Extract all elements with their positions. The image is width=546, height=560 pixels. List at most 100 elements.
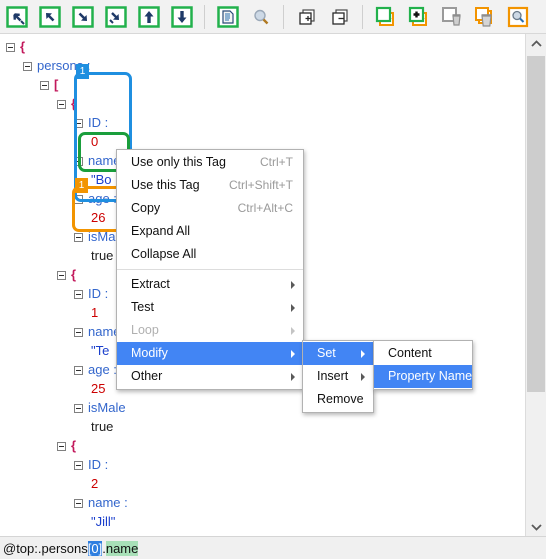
collapse-toggle-icon[interactable] <box>74 233 83 243</box>
collapse-toggle-icon[interactable] <box>40 81 49 91</box>
menu-item-extract[interactable]: Extract <box>117 273 303 296</box>
set-submenu[interactable]: Content Property Name <box>373 340 473 390</box>
menu-item-label: Property Name <box>388 369 473 383</box>
tree-row[interactable]: { <box>6 37 25 57</box>
tree-node-label: ID : <box>88 286 109 301</box>
modify-item-insert[interactable]: Insert <box>303 365 373 388</box>
tree-row[interactable]: name <box>74 322 121 342</box>
main-toolbar <box>0 0 546 34</box>
collapse-all-icon[interactable] <box>325 2 354 31</box>
tree-node-label: 25 <box>91 381 106 396</box>
collapse-toggle-icon[interactable] <box>6 43 15 53</box>
tree-row[interactable]: { <box>57 265 76 285</box>
step-back-over-icon[interactable] <box>35 2 64 31</box>
delete-page-icon[interactable] <box>437 2 466 31</box>
chevron-right-icon <box>291 350 295 358</box>
menu-item-label: Other <box>131 369 163 383</box>
step-forward-into-icon[interactable] <box>101 2 130 31</box>
menu-item-expand-all[interactable]: Expand All <box>117 220 303 243</box>
document-icon[interactable] <box>213 2 242 31</box>
tree-row[interactable]: 0 <box>91 132 98 152</box>
tree-row[interactable]: 26 <box>91 208 105 228</box>
tree-node-label: true <box>91 419 114 434</box>
tree-row[interactable]: isMale <box>74 398 126 418</box>
tree-node-label: "Te <box>91 343 110 358</box>
delete-all-pages-icon[interactable] <box>470 2 499 31</box>
menu-item-shortcut: Ctrl+Alt+C <box>237 201 293 215</box>
tree-node-label: 26 <box>91 210 106 225</box>
tree-node-label: age : <box>88 362 117 377</box>
tree-node-label: 2 <box>91 476 99 491</box>
collapse-toggle-icon[interactable] <box>74 366 83 376</box>
new-page-icon[interactable] <box>371 2 400 31</box>
move-up-icon[interactable] <box>134 2 163 31</box>
tree-row[interactable]: "Bo <box>91 170 112 190</box>
tree-node-label: [ <box>54 77 59 92</box>
tree-row[interactable]: { <box>57 436 76 456</box>
menu-item-loop: Loop <box>117 319 303 342</box>
tree-row[interactable]: name : <box>74 493 128 513</box>
collapse-toggle-icon[interactable] <box>74 290 83 300</box>
collapse-toggle-icon[interactable] <box>74 404 83 414</box>
tree-node-label: ID : <box>88 115 109 130</box>
vertical-scrollbar[interactable] <box>525 34 546 536</box>
menu-item-other[interactable]: Other <box>117 365 303 388</box>
collapse-toggle-icon[interactable] <box>57 271 66 281</box>
object-selection-badge: 1 <box>76 64 89 79</box>
add-page-icon[interactable] <box>404 2 433 31</box>
tree-row[interactable]: true <box>91 246 113 266</box>
tree-row[interactable]: [ <box>40 75 58 95</box>
context-menu[interactable]: Use only this Tag Ctrl+T Use this Tag Ctrl+… <box>116 149 304 390</box>
tree-node-label: { <box>71 267 77 282</box>
tree-row[interactable]: true <box>91 417 113 437</box>
menu-item-modify[interactable]: Modify <box>117 342 303 365</box>
tree-row[interactable]: 1 <box>91 303 98 323</box>
tree-row[interactable]: 25 <box>91 379 105 399</box>
tree-node-label: true <box>91 248 114 263</box>
menu-item-label: Extract <box>131 277 170 291</box>
set-item-content[interactable]: Content <box>374 342 472 365</box>
collapse-toggle-icon[interactable] <box>74 157 83 167</box>
collapse-toggle-icon[interactable] <box>74 328 83 338</box>
move-down-icon[interactable] <box>167 2 196 31</box>
step-back-into-icon[interactable] <box>2 2 31 31</box>
tree-row[interactable]: ID : <box>74 455 108 475</box>
tree-row[interactable]: ID : <box>74 284 108 304</box>
tree-row[interactable]: "Jill" <box>91 512 115 532</box>
tree-row[interactable]: { <box>57 94 76 114</box>
menu-item-collapse-all[interactable]: Collapse All <box>117 243 303 266</box>
menu-item-label: Copy <box>131 201 161 215</box>
tree-row[interactable]: 2 <box>91 474 98 494</box>
set-item-property-name[interactable]: Property Name <box>374 365 472 388</box>
scroll-up-arrow-icon[interactable] <box>526 34 546 53</box>
menu-item-label: Insert <box>317 369 349 383</box>
tree-node-label: { <box>20 39 26 54</box>
menu-separator <box>117 269 303 270</box>
modify-item-remove[interactable]: Remove <box>303 388 373 411</box>
tree-row[interactable]: age : <box>74 360 117 380</box>
collapse-toggle-icon[interactable] <box>74 195 83 205</box>
inspect-page-icon[interactable] <box>503 2 532 31</box>
tree-row[interactable]: "Te <box>91 341 109 361</box>
menu-item-use-only-this-tag[interactable]: Use only this Tag Ctrl+T <box>117 151 303 174</box>
collapse-toggle-icon[interactable] <box>57 442 66 452</box>
collapse-toggle-icon[interactable] <box>74 119 83 129</box>
modify-submenu[interactable]: Set Insert Remove <box>302 340 374 413</box>
tree-row[interactable]: ID : <box>74 113 108 133</box>
collapse-toggle-icon[interactable] <box>57 100 66 110</box>
menu-item-use-this-tag[interactable]: Use this Tag Ctrl+Shift+T <box>117 174 303 197</box>
collapse-toggle-icon[interactable] <box>74 461 83 471</box>
menu-item-label: Use only this Tag <box>131 155 226 169</box>
menu-item-copy[interactable]: Copy Ctrl+Alt+C <box>117 197 303 220</box>
status-path-prefix: @top:.persons <box>3 541 88 556</box>
scrollbar-thumb[interactable] <box>527 56 545 392</box>
step-forward-over-icon[interactable] <box>68 2 97 31</box>
search-icon[interactable] <box>246 2 275 31</box>
collapse-toggle-icon[interactable] <box>74 499 83 509</box>
menu-item-test[interactable]: Test <box>117 296 303 319</box>
expand-all-icon[interactable] <box>292 2 321 31</box>
modify-item-set[interactable]: Set <box>303 342 373 365</box>
status-path-property: name <box>105 541 139 556</box>
scroll-down-arrow-icon[interactable] <box>526 517 546 536</box>
collapse-toggle-icon[interactable] <box>23 62 32 72</box>
